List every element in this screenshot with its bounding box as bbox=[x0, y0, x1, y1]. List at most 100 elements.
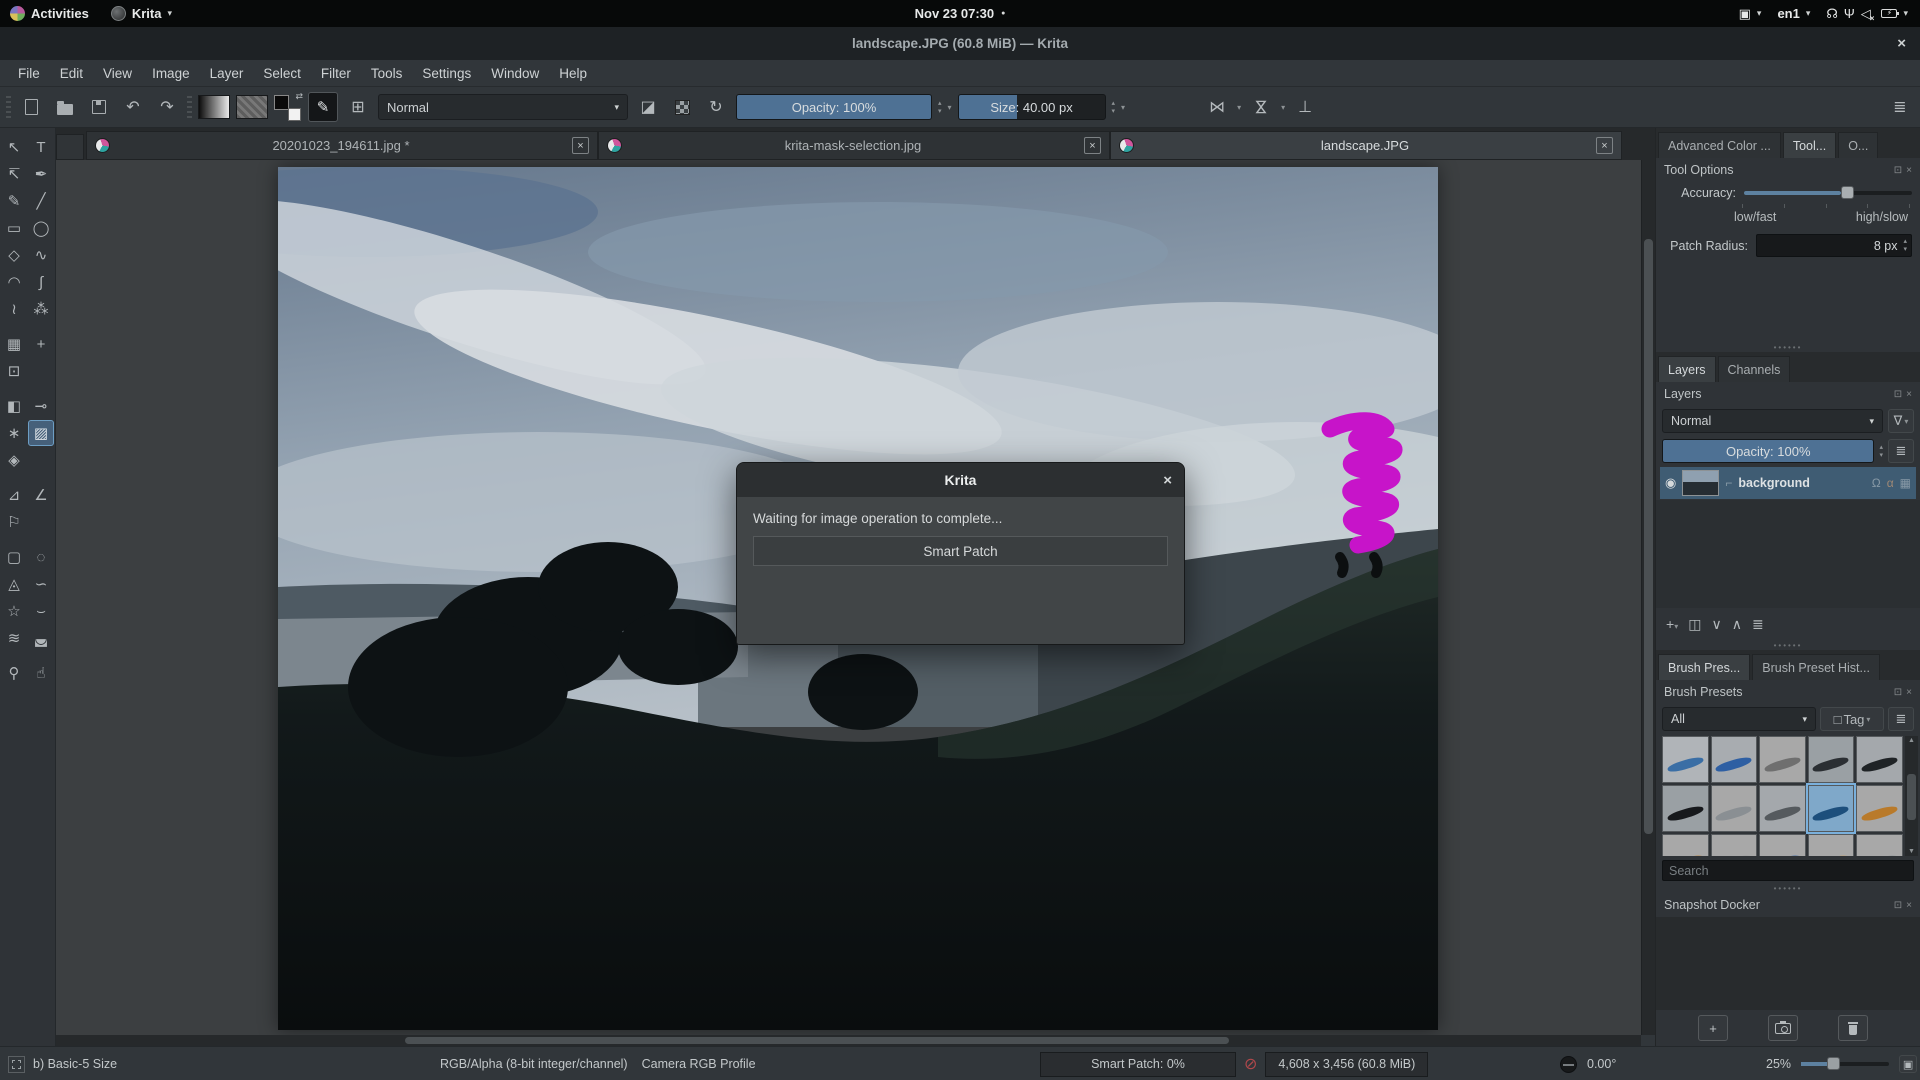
scroll-up-icon[interactable]: ▲ bbox=[1908, 737, 1915, 744]
bezier-selection-tool[interactable]: ⌣ bbox=[28, 598, 54, 624]
dynamic-brush-tool[interactable]: ≀ bbox=[1, 296, 27, 322]
transform-tool[interactable]: ▦ bbox=[1, 331, 27, 357]
close-docker-icon[interactable]: × bbox=[1906, 165, 1912, 176]
menu-image[interactable]: Image bbox=[142, 63, 200, 84]
crop-tool[interactable]: ⊡ bbox=[1, 358, 27, 384]
tab-layers[interactable]: Layers bbox=[1658, 356, 1716, 382]
brush-search-input[interactable] bbox=[1662, 860, 1914, 881]
layer-properties-button[interactable]: ≣ bbox=[1752, 616, 1764, 633]
tab-advanced-color-selector[interactable]: Advanced Color ... bbox=[1658, 132, 1781, 158]
window-close-button[interactable]: × bbox=[1897, 27, 1906, 60]
magnetic-selection-tool[interactable]: ≋ bbox=[1, 625, 27, 651]
move-layer-down-button[interactable]: ∨ bbox=[1711, 616, 1721, 633]
assistants-tool[interactable]: ⊿ bbox=[1, 482, 27, 508]
wrap-around-button[interactable]: ⊥ bbox=[1291, 93, 1319, 121]
brush-preset-tile[interactable] bbox=[1856, 736, 1903, 783]
menu-filter[interactable]: Filter bbox=[311, 63, 361, 84]
patch-radius-spinner[interactable]: ▴ ▾ bbox=[1903, 238, 1907, 253]
rectangular-selection-tool[interactable]: ▢ bbox=[1, 544, 27, 570]
transform-select-tool[interactable]: ↖ bbox=[1, 134, 27, 160]
brush-size-slider[interactable]: Size: 40.00 px bbox=[957, 94, 1106, 120]
canvas-vertical-scrollbar[interactable] bbox=[1641, 160, 1655, 1035]
brush-filter-combo[interactable]: All ▾ bbox=[1662, 707, 1816, 731]
elliptical-selection-tool[interactable]: ◌ bbox=[28, 544, 54, 570]
scrollbar-handle[interactable] bbox=[404, 1037, 1229, 1044]
chevron-down-icon[interactable]: ▾ bbox=[948, 103, 952, 112]
calligraphy-tool[interactable]: ✒ bbox=[28, 161, 54, 187]
cancel-operation-icon[interactable]: ⊘ bbox=[1244, 1054, 1257, 1074]
bezier-curve-tool[interactable]: ◠ bbox=[1, 269, 27, 295]
system-status-area[interactable]: ☊ Ψ ◁× ⚡ ▾ bbox=[1826, 6, 1908, 23]
foreground-background-colors[interactable]: ⇄ bbox=[274, 91, 303, 121]
menu-help[interactable]: Help bbox=[549, 63, 597, 84]
move-layer-up-button[interactable]: ∧ bbox=[1732, 616, 1742, 633]
window-title-bar[interactable]: landscape.JPG (60.8 MiB) — Krita × bbox=[0, 27, 1920, 60]
float-docker-icon[interactable]: ⊡ bbox=[1894, 900, 1902, 911]
layer-filter-button[interactable]: ∇ ▾ bbox=[1888, 409, 1914, 433]
layer-row-background[interactable]: ◉ ⌐ background Ω α ▦ bbox=[1660, 467, 1916, 499]
close-docker-icon[interactable]: × bbox=[1906, 687, 1912, 698]
reference-images-tool[interactable]: ⚐ bbox=[1, 509, 27, 535]
brush-preset-tile[interactable] bbox=[1807, 736, 1855, 783]
clock[interactable]: Nov 23 07:30 ● bbox=[915, 6, 1006, 21]
presets-view-mode-button[interactable]: ≣ bbox=[1888, 707, 1914, 731]
layer-alpha-icon[interactable]: α bbox=[1887, 476, 1894, 490]
tab-tool-options[interactable]: Tool... bbox=[1782, 132, 1837, 158]
menu-settings[interactable]: Settings bbox=[412, 63, 481, 84]
freehand-brush-tool[interactable]: ✎ bbox=[1, 188, 27, 214]
scrollbar-handle[interactable] bbox=[1907, 774, 1916, 820]
brush-grid-scrollbar[interactable]: ▲ ▼ bbox=[1905, 736, 1918, 856]
accuracy-slider[interactable] bbox=[1744, 186, 1912, 199]
capture-snapshot-button[interactable] bbox=[1768, 1015, 1798, 1041]
dock-splitter[interactable]: •••••• bbox=[1656, 640, 1920, 650]
menu-window[interactable]: Window bbox=[481, 63, 549, 84]
dock-splitter[interactable]: •••••• bbox=[1656, 883, 1920, 893]
layer-opacity-slider[interactable]: Opacity: 100% bbox=[1662, 439, 1875, 463]
menu-file[interactable]: File bbox=[8, 63, 50, 84]
float-docker-icon[interactable]: ⊡ bbox=[1894, 389, 1902, 400]
eraser-mode-button[interactable]: ◪ bbox=[634, 93, 662, 121]
brush-preset-tile[interactable] bbox=[1759, 785, 1806, 832]
pan-tool[interactable]: ☝ bbox=[28, 660, 54, 686]
swap-colors-icon[interactable]: ⇄ bbox=[295, 91, 303, 102]
dialog-close-button[interactable]: × bbox=[1163, 463, 1172, 497]
enclose-fill-selection-tool[interactable]: ◛ bbox=[28, 625, 54, 651]
slider-handle[interactable] bbox=[1827, 1057, 1841, 1070]
clipboard-indicator[interactable]: ▣ ▾ bbox=[1739, 6, 1762, 22]
brush-preset-tile[interactable] bbox=[1759, 736, 1806, 783]
menu-layer[interactable]: Layer bbox=[200, 63, 254, 84]
polygonal-selection-tool[interactable]: ◬ bbox=[1, 571, 27, 597]
scrollbar-handle[interactable] bbox=[1644, 238, 1653, 834]
toolbar-grip[interactable] bbox=[187, 96, 192, 118]
polyline-tool[interactable]: ∿ bbox=[28, 242, 54, 268]
layer-opacity-spinner[interactable]: ▴ ▾ bbox=[1879, 444, 1883, 459]
brush-preset-tile[interactable] bbox=[1662, 736, 1709, 783]
freehand-selection-tool[interactable]: ∽ bbox=[28, 571, 54, 597]
add-snapshot-button[interactable]: + bbox=[1698, 1015, 1728, 1041]
preserve-alpha-button[interactable] bbox=[668, 93, 696, 121]
layer-blend-mode-combo[interactable]: Normal ▾ bbox=[1662, 409, 1883, 433]
layer-name[interactable]: background bbox=[1738, 476, 1865, 490]
image-size-button[interactable]: 4,608 x 3,456 (60.8 MiB) bbox=[1265, 1051, 1429, 1077]
brush-preset-tile[interactable] bbox=[1662, 785, 1709, 832]
gradient-chooser[interactable] bbox=[198, 95, 230, 119]
colorize-mask-tool[interactable]: ∗ bbox=[1, 420, 27, 446]
tab-scroll-stub[interactable] bbox=[56, 134, 84, 160]
zoom-tool[interactable]: ⚲ bbox=[1, 660, 27, 686]
close-docker-icon[interactable]: × bbox=[1906, 900, 1912, 911]
multibrush-tool[interactable]: ⁂ bbox=[28, 296, 54, 322]
menu-edit[interactable]: Edit bbox=[50, 63, 93, 84]
tab-brush-preset-history[interactable]: Brush Preset Hist... bbox=[1752, 654, 1880, 680]
tag-button[interactable]: □ Tag ▾ bbox=[1820, 707, 1884, 731]
dialog-title-bar[interactable]: Krita × bbox=[737, 463, 1184, 497]
brush-preset-tile[interactable] bbox=[1807, 834, 1855, 856]
tab-landscape[interactable]: landscape.JPG × bbox=[1110, 131, 1622, 160]
smart-patch-tool[interactable]: ▨ bbox=[28, 420, 54, 446]
close-icon[interactable]: × bbox=[572, 137, 589, 154]
dock-splitter[interactable]: •••••• bbox=[1656, 342, 1920, 352]
app-menu[interactable]: Krita ▾ bbox=[110, 6, 172, 21]
layer-thumbnail[interactable] bbox=[1682, 470, 1720, 496]
text-tool[interactable]: T bbox=[28, 134, 54, 160]
chevron-down-icon[interactable]: ▾ bbox=[1237, 103, 1241, 112]
slider-handle[interactable] bbox=[1841, 186, 1855, 199]
